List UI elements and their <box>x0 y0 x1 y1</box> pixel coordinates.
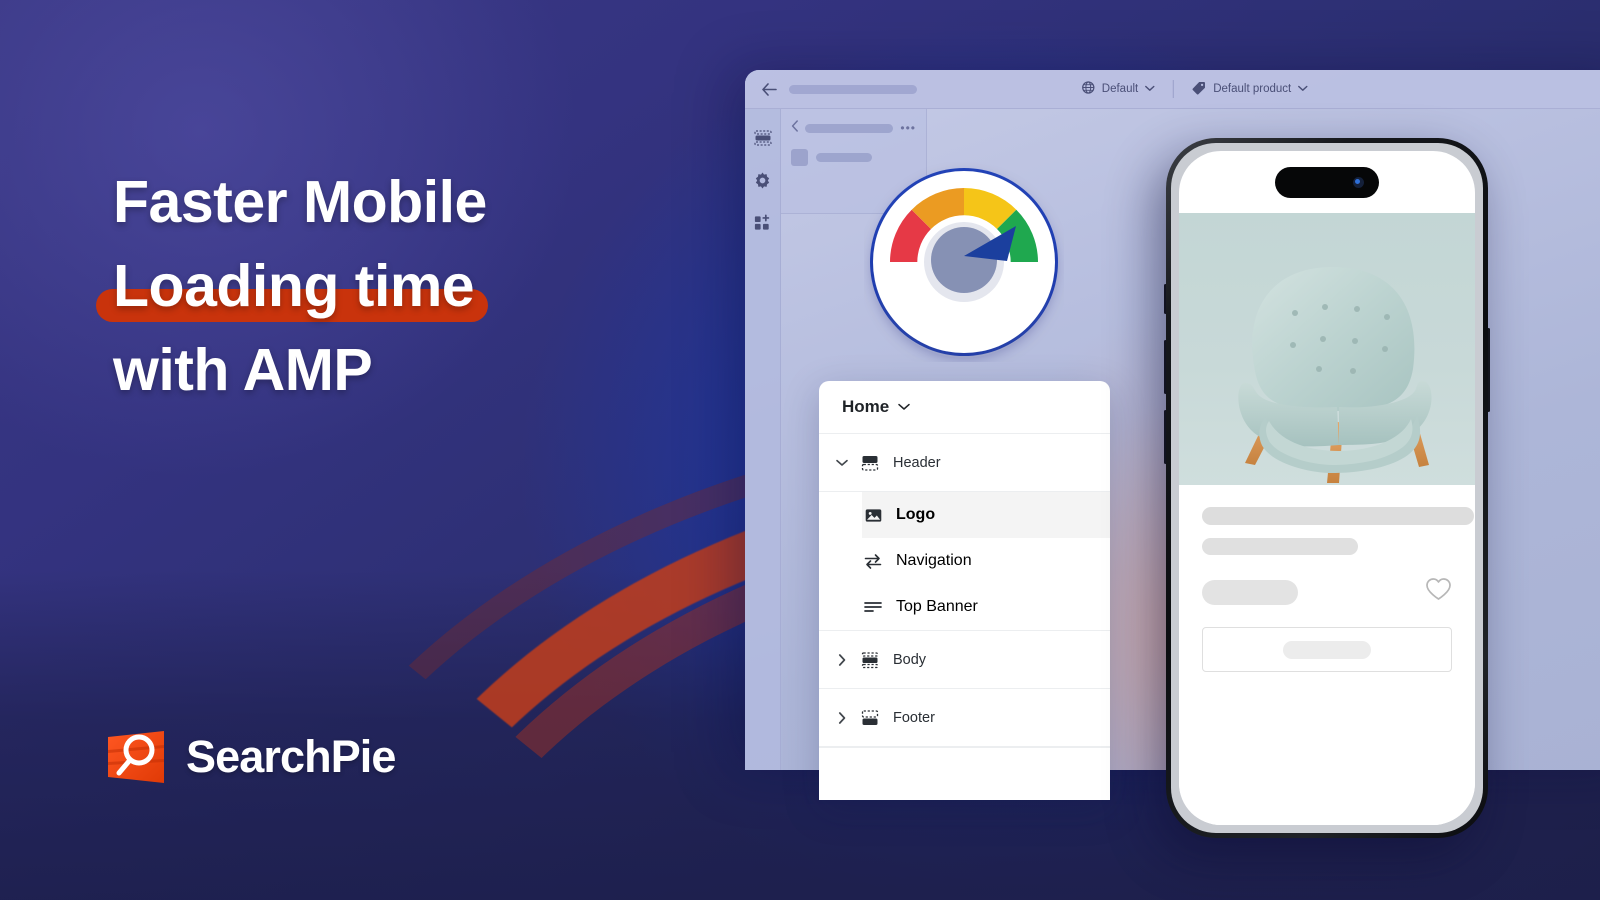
product-subtitle-placeholder <box>1202 538 1358 555</box>
left-panel-header-row: ••• <box>791 119 916 137</box>
sections-template-icon[interactable] <box>752 127 774 149</box>
sections-panel: Home Header Logo Navigation Top Banner B… <box>819 381 1110 800</box>
sections-item-logo-label: Logo <box>896 506 936 523</box>
phone-bezel-band <box>1171 143 1483 833</box>
brand-logo: SearchPie <box>104 728 396 786</box>
sections-panel-footer-space <box>819 748 1110 800</box>
product-hero-image <box>1179 213 1475 485</box>
browser-toolbar: Default Default product <box>745 70 1600 109</box>
chevron-down-icon <box>898 398 910 416</box>
page-title: Home <box>842 397 890 416</box>
chevron-down-icon <box>1145 83 1155 95</box>
product-title-placeholder <box>1202 507 1474 525</box>
sections-panel-header[interactable]: Home <box>819 381 1110 434</box>
add-to-cart-button[interactable] <box>1202 627 1452 672</box>
chevron-down-icon <box>1298 83 1308 95</box>
url-placeholder-bar[interactable] <box>789 84 917 94</box>
product-details <box>1179 485 1475 825</box>
sections-group-body-label: Body <box>893 651 927 668</box>
product-selector[interactable]: Default product <box>1180 81 1320 98</box>
phone-dynamic-island <box>1275 167 1379 198</box>
sections-group-footer-label: Footer <box>893 709 935 726</box>
phone-front-camera-icon <box>1353 177 1364 188</box>
text-lines-icon <box>862 596 884 618</box>
sections-group-header-label: Header <box>893 454 941 471</box>
transfer-arrows-icon <box>862 550 884 572</box>
searchpie-pie-magnifier-icon <box>104 728 170 786</box>
sections-item-navigation-label: Navigation <box>896 552 972 569</box>
phone-screen <box>1179 151 1475 825</box>
sections-item-navigation[interactable]: Navigation <box>819 538 1110 584</box>
phone-frame <box>1166 138 1488 838</box>
body-block-icon <box>859 649 881 671</box>
back-arrow-icon[interactable] <box>759 79 779 99</box>
hero-copy: Faster Mobile Loading time with AMP <box>96 160 673 412</box>
left-panel-thumbnail <box>791 149 808 166</box>
chevron-right-icon[interactable] <box>831 711 853 724</box>
product-price-row <box>1202 577 1452 607</box>
headline-text-1: Faster Mobile <box>113 169 487 235</box>
chevron-right-icon[interactable] <box>831 653 853 666</box>
header-block-icon <box>859 452 881 474</box>
left-panel-item-placeholder <box>816 153 872 162</box>
market-selector-label: Default <box>1101 83 1139 95</box>
armchair-illustration <box>1238 267 1432 483</box>
button-label-placeholder <box>1283 640 1371 659</box>
sections-group-header[interactable]: Header <box>819 434 1110 492</box>
toolbar-divider <box>1173 80 1175 98</box>
sections-group-body[interactable]: Body <box>819 631 1110 689</box>
headline-line-1: Faster Mobile <box>113 160 673 244</box>
performance-score-gauge <box>864 162 1064 362</box>
sections-group-footer[interactable]: Footer <box>819 689 1110 747</box>
chevron-left-icon[interactable] <box>791 119 799 137</box>
tag-icon <box>1192 81 1206 98</box>
add-app-block-icon[interactable] <box>752 211 774 233</box>
sections-item-top-banner-label: Top Banner <box>896 598 978 615</box>
heart-outline-icon[interactable] <box>1425 577 1452 607</box>
chevron-down-icon[interactable] <box>831 459 853 467</box>
toolbar-selectors: Default Default product <box>1070 80 1320 98</box>
headline-text-2: Loading time <box>113 253 475 319</box>
product-price-placeholder <box>1202 579 1298 605</box>
sections-item-top-banner[interactable]: Top Banner <box>819 584 1110 630</box>
market-selector[interactable]: Default <box>1070 81 1167 97</box>
left-panel-title-placeholder <box>805 123 893 133</box>
headline-text-3: with AMP <box>113 337 373 403</box>
brand-name: SearchPie <box>186 731 396 782</box>
more-horizontal-icon[interactable]: ••• <box>900 122 916 134</box>
headline-line-3: with AMP <box>113 328 673 412</box>
globe-icon <box>1082 81 1095 97</box>
product-selector-label: Default product <box>1213 83 1292 95</box>
browser-icon-sidebar <box>745 109 781 770</box>
footer-block-icon <box>859 707 881 729</box>
headline-line-2: Loading time <box>96 244 673 328</box>
image-icon <box>862 504 884 526</box>
phone-mockup <box>1164 138 1490 838</box>
gear-settings-icon[interactable] <box>752 169 774 191</box>
sections-item-logo[interactable]: Logo <box>862 492 1110 538</box>
